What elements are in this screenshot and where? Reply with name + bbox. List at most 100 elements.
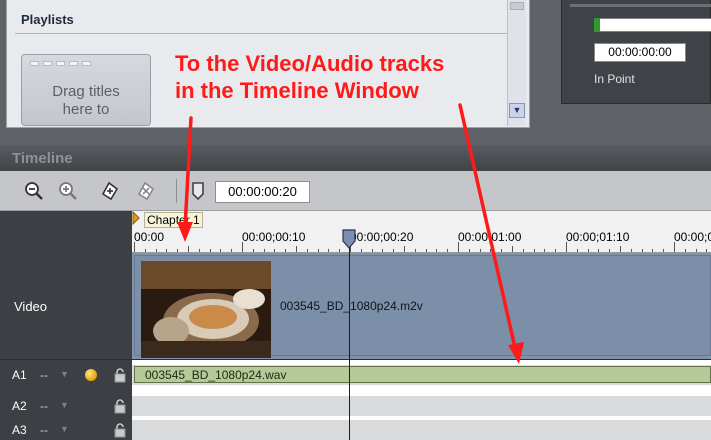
video-clip[interactable]: 003545_BD_1080p24.m2v — [134, 255, 711, 358]
ruler-tick — [166, 249, 168, 252]
ruler-tick — [134, 242, 135, 252]
timeline-header: Timeline — [0, 145, 711, 171]
video-track[interactable]: 003545_BD_1080p24.m2v — [132, 253, 711, 360]
ruler-tick — [652, 249, 654, 252]
ruler-tick — [296, 246, 297, 252]
ruler-tick — [587, 249, 589, 252]
remove-marker-icon[interactable] — [134, 179, 158, 203]
audio-track-label: A3 — [12, 423, 27, 437]
ruler-tick — [155, 249, 157, 252]
ruler-tick — [447, 249, 449, 252]
video-track-header: Video — [0, 253, 132, 360]
ruler-tick — [328, 249, 330, 252]
ruler-tick-label: 00:00;00:10 — [242, 230, 306, 244]
audio-track-label: A1 — [12, 368, 27, 382]
timeline-timecode-field[interactable]: 00:00:00:20 — [215, 181, 310, 203]
playhead-line — [349, 236, 350, 440]
ruler-tick — [144, 249, 146, 252]
ruler-tick — [242, 242, 243, 252]
ruler-tick — [706, 249, 708, 252]
ruler-tick — [198, 249, 200, 252]
in-point-marker[interactable] — [594, 18, 600, 32]
dropdown-arrow-icon[interactable]: ▼ — [60, 424, 69, 434]
ruler-tick — [479, 249, 481, 252]
ruler-tick — [533, 249, 535, 252]
ruler-tick — [177, 249, 179, 252]
toolbar-separator — [176, 179, 177, 203]
audio-track-selector[interactable]: -- — [40, 423, 48, 437]
audio-track-lane[interactable] — [132, 420, 711, 440]
ruler-tick — [285, 249, 287, 252]
video-clip-thumbnail — [141, 261, 271, 358]
film-strip-icon — [30, 61, 91, 66]
audio-track-lane[interactable]: 003545_BD_1080p24.wav — [132, 365, 711, 385]
chapter-marker-icon — [132, 211, 140, 225]
dropdown-arrow-icon[interactable]: ▼ — [60, 369, 69, 379]
ruler-tick — [436, 249, 438, 252]
ruler-tick — [609, 249, 611, 252]
video-track-label: Video — [14, 299, 48, 314]
ruler-tick — [620, 246, 621, 252]
ruler-tick — [339, 249, 341, 252]
ruler-tick — [674, 242, 675, 252]
time-ruler[interactable]: Chapter 1 00:00 00:00;00:10 00:00;00:20 00:… — [132, 211, 711, 253]
annotation-text: To the Video/Audio tracks in the Timelin… — [175, 51, 445, 103]
scroll-thumb[interactable] — [510, 2, 524, 10]
ruler-tick — [252, 249, 254, 252]
playlist-scrollbar[interactable]: ▼ — [507, 0, 526, 126]
ruler-tick — [425, 249, 427, 252]
dropdown-arrow-icon[interactable]: ▼ — [60, 400, 69, 410]
playlist-drop-area[interactable]: Drag titles here to — [21, 54, 151, 126]
playhead-handle[interactable] — [342, 229, 356, 249]
ruler-tick — [695, 249, 697, 252]
ruler-tick — [306, 249, 308, 252]
audio-track-header: A1 -- ▼ — [0, 365, 132, 385]
lock-icon[interactable] — [113, 422, 127, 438]
ruler-tick — [663, 249, 665, 252]
audio-track-header: A2 -- ▼ — [0, 396, 132, 416]
preview-panel: 00:00:00:00 In Point — [561, 0, 711, 104]
audio-enable-icon[interactable] — [85, 369, 97, 381]
audio-track-header: A3 -- ▼ — [0, 420, 132, 440]
ruler-tick — [641, 249, 643, 252]
in-point-label: In Point — [594, 72, 635, 86]
audio-track-lane[interactable] — [132, 396, 711, 416]
lock-icon[interactable] — [113, 398, 127, 414]
ruler-tick — [274, 249, 276, 252]
audio-track-selector[interactable]: -- — [40, 368, 48, 382]
ruler-tick — [458, 242, 459, 252]
ruler-tick — [382, 249, 384, 252]
ruler-tick — [566, 242, 567, 252]
playlists-title: Playlists — [21, 12, 74, 27]
lock-icon[interactable] — [113, 367, 127, 383]
audio-track-row: A3 -- ▼ — [0, 420, 711, 440]
ruler-tick-label: 00:00;01:10 — [566, 230, 630, 244]
preview-topbar — [570, 4, 711, 7]
ruler-tick — [404, 246, 405, 252]
ruler-tick — [231, 249, 233, 252]
ruler-tick — [393, 249, 395, 252]
in-point-slider[interactable] — [594, 18, 711, 32]
in-point-timecode[interactable]: 00:00:00:00 — [594, 43, 686, 62]
add-marker-icon[interactable] — [98, 179, 122, 203]
ruler-tick — [220, 249, 222, 252]
ruler-tick — [209, 249, 211, 252]
ruler-tick — [414, 249, 416, 252]
chapter-point-icon[interactable] — [186, 179, 210, 203]
ruler-tick — [630, 249, 632, 252]
audio-track-selector[interactable]: -- — [40, 399, 48, 413]
ruler-tick — [501, 249, 503, 252]
ruler-tick — [263, 249, 265, 252]
playlists-divider — [15, 33, 507, 34]
chapter-label[interactable]: Chapter 1 — [144, 212, 203, 228]
zoom-out-icon[interactable] — [22, 179, 46, 203]
ruler-tick — [684, 249, 686, 252]
video-clip-name: 003545_BD_1080p24.m2v — [280, 299, 423, 313]
ruler-tick-label: 00:00 — [134, 230, 165, 244]
zoom-in-icon[interactable] — [56, 179, 80, 203]
scroll-down-button[interactable]: ▼ — [509, 103, 525, 118]
ruler-tick — [555, 249, 557, 252]
playlist-drop-hint: Drag titles here to — [52, 83, 120, 118]
audio-clip[interactable]: 003545_BD_1080p24.wav — [134, 366, 711, 383]
ruler-tick-label: 00:00;00:20 — [350, 230, 414, 244]
